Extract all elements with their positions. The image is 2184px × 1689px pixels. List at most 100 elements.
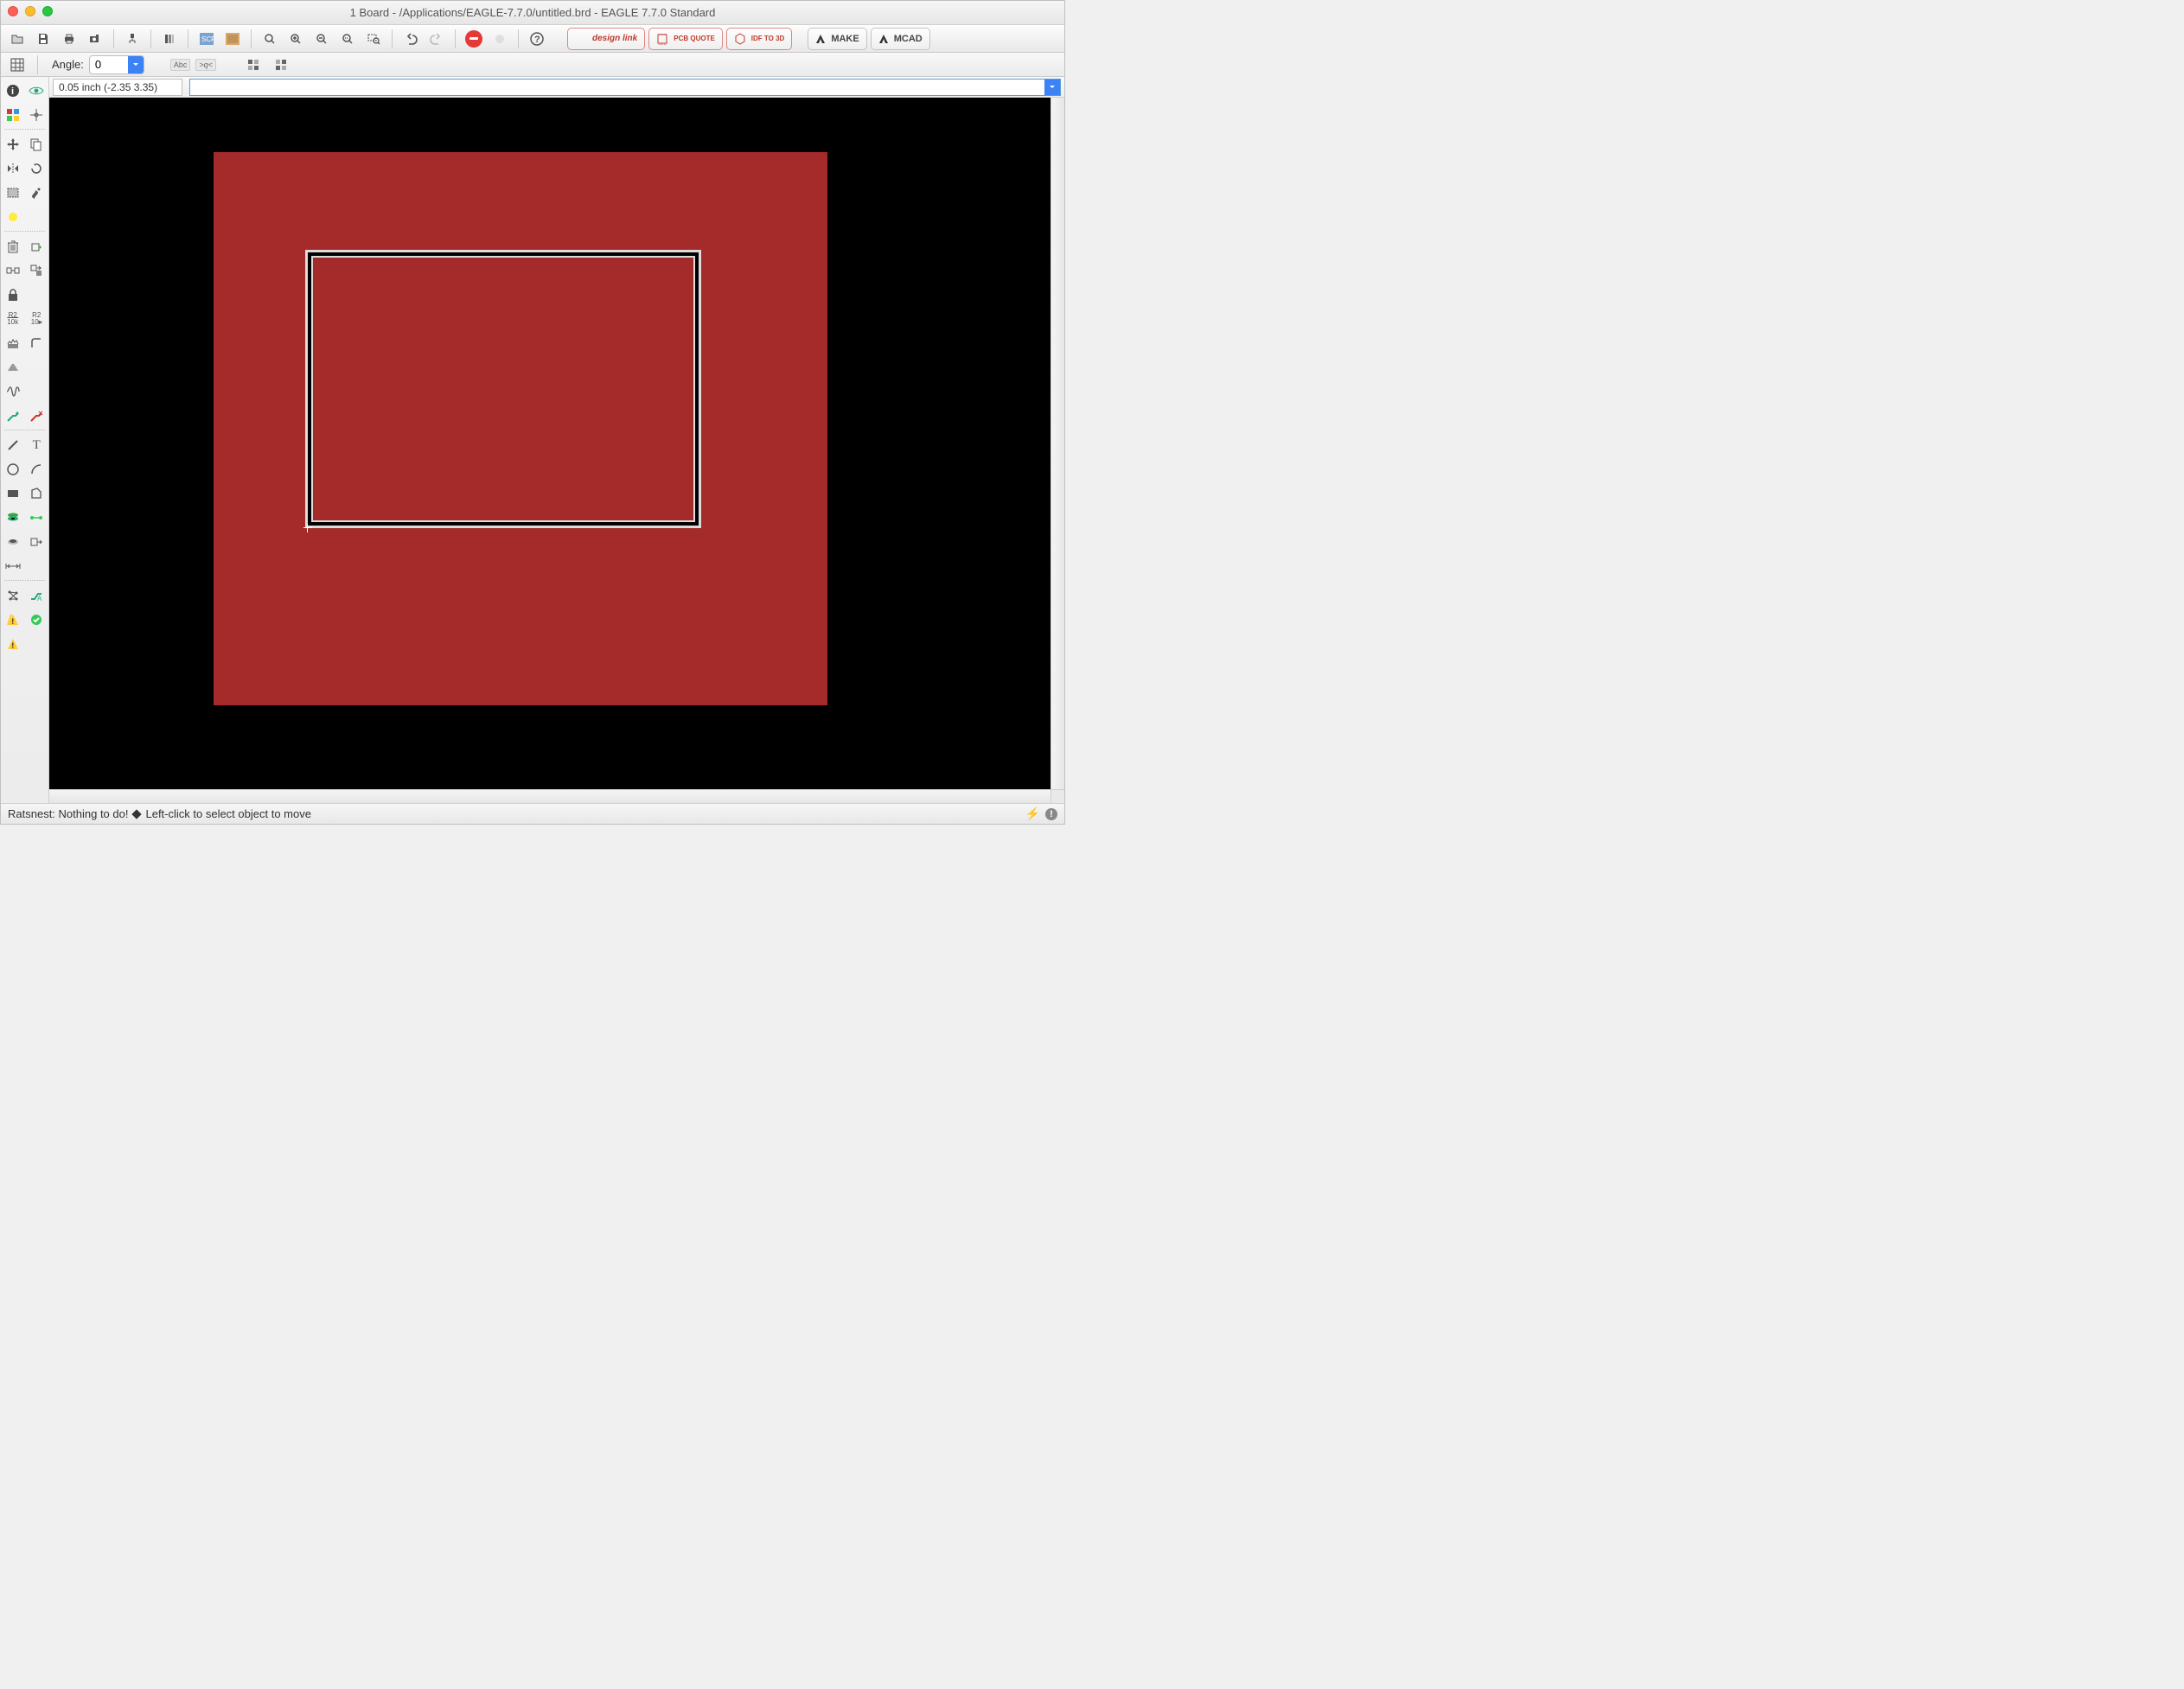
pcbquote-button[interactable]: PCB QUOTE [648, 28, 723, 50]
split-tool[interactable] [1, 355, 25, 379]
print-button[interactable] [58, 29, 80, 49]
attribute-tool[interactable] [25, 530, 49, 554]
drc-tool[interactable] [25, 608, 49, 632]
undo-button[interactable] [399, 29, 422, 49]
angle-label: Angle: [52, 58, 84, 71]
app-window: 1 Board - /Applications/EAGLE-7.7.0/unti… [0, 0, 1065, 825]
smash-tool[interactable] [1, 331, 25, 355]
close-window-button[interactable] [8, 6, 18, 16]
angle-dropdown-button[interactable] [128, 56, 144, 73]
svg-text:A: A [37, 595, 42, 602]
miter-tool[interactable] [25, 331, 49, 355]
zoom-out-button[interactable] [310, 29, 333, 49]
add-tool[interactable] [25, 234, 49, 258]
stop-button[interactable] [463, 29, 485, 49]
vertical-scrollbar[interactable] [1050, 98, 1064, 789]
zoom-select-button[interactable] [362, 29, 385, 49]
designlink-button[interactable]: design link [567, 28, 645, 50]
make-button[interactable]: MAKE [808, 28, 866, 50]
mirror-text-button[interactable]: >q< [195, 59, 216, 71]
copy-tool[interactable] [25, 132, 49, 156]
angle-combo[interactable] [89, 55, 144, 74]
ripup-tool[interactable] [25, 404, 49, 428]
mirror-tool[interactable] [1, 156, 25, 181]
align-grid-2-button[interactable] [270, 54, 292, 75]
blank4 [25, 379, 49, 404]
help-button[interactable]: ? [526, 29, 548, 49]
spin-button[interactable]: Abc [170, 59, 191, 71]
name-tool[interactable]: R210k [1, 307, 25, 331]
origin-marker [303, 524, 312, 532]
cam-button[interactable] [84, 29, 106, 49]
circle-tool[interactable] [1, 457, 25, 481]
errors-tool[interactable]: ! [1, 632, 25, 656]
arc-tool[interactable] [25, 457, 49, 481]
alert-icon[interactable]: ! [1045, 808, 1057, 820]
info-tool[interactable]: i [1, 79, 25, 103]
zoom-fit-button[interactable] [259, 29, 281, 49]
mcad-button[interactable]: MCAD [871, 28, 930, 50]
save-button[interactable] [32, 29, 54, 49]
layers-button[interactable] [158, 29, 181, 49]
lock-tool[interactable] [1, 283, 25, 307]
minimize-window-button[interactable] [25, 6, 35, 16]
window-title: 1 Board - /Applications/EAGLE-7.7.0/unti… [1, 6, 1064, 19]
status-text-a: Ratsnest: Nothing to do! [8, 807, 128, 820]
value-tool[interactable]: R210▸ [25, 307, 49, 331]
blank2 [25, 283, 49, 307]
text-tool[interactable]: T [25, 433, 49, 457]
idf3d-button[interactable]: IDF TO 3D [726, 28, 793, 50]
autoroute-tool[interactable]: A [25, 583, 49, 608]
diamond-separator-icon [132, 809, 142, 819]
hole-tool[interactable] [1, 530, 25, 554]
ratsnest-tool[interactable] [1, 583, 25, 608]
paste-placeholder-tool[interactable] [1, 205, 25, 229]
board-schematic-switch-button[interactable] [121, 29, 144, 49]
mark-tool[interactable] [25, 103, 49, 127]
go-button[interactable] [489, 29, 511, 49]
polygon-tool[interactable] [25, 481, 49, 506]
erc-tool[interactable]: ! [1, 608, 25, 632]
wire-tool[interactable] [1, 433, 25, 457]
command-dropdown-button[interactable] [1044, 80, 1060, 95]
blank6 [25, 632, 49, 656]
rotate-tool[interactable] [25, 156, 49, 181]
redo-button[interactable] [425, 29, 448, 49]
replace-tool[interactable] [25, 258, 49, 283]
pinswap-tool[interactable] [1, 258, 25, 283]
show-tool[interactable] [25, 79, 49, 103]
bolt-icon: ⚡ [1025, 806, 1040, 821]
main-toolbar: SCR ? design link PCB QUOTE IDF TO 3D [1, 25, 1064, 53]
change-tool[interactable] [25, 181, 49, 205]
rect-tool[interactable] [1, 481, 25, 506]
group-tool[interactable] [1, 181, 25, 205]
route-tool[interactable] [1, 404, 25, 428]
signal-tool[interactable] [25, 506, 49, 530]
dimension-tool[interactable] [1, 554, 25, 578]
horizontal-scrollbar[interactable] [49, 789, 1050, 803]
zoom-in-button[interactable] [284, 29, 307, 49]
delete-tool[interactable] [1, 234, 25, 258]
autodesk-icon [878, 34, 889, 44]
command-line[interactable] [189, 79, 1061, 96]
move-tool[interactable] [1, 132, 25, 156]
command-input[interactable] [190, 80, 1044, 95]
align-grid-1-button[interactable] [242, 54, 265, 75]
editor-area: 0.05 inch (-2.35 3.35) [49, 77, 1064, 803]
blank5 [25, 554, 49, 578]
svg-text:!: ! [11, 617, 14, 626]
window-controls [8, 6, 53, 16]
via-tool[interactable] [1, 506, 25, 530]
angle-input[interactable] [90, 58, 128, 71]
display-tool[interactable] [1, 103, 25, 127]
grid-button[interactable] [6, 54, 29, 75]
titlebar: 1 Board - /Applications/EAGLE-7.7.0/unti… [1, 1, 1064, 25]
zoom-redraw-button[interactable] [336, 29, 359, 49]
designlink-icon [575, 33, 587, 45]
script-button[interactable]: SCR [195, 29, 218, 49]
board-canvas[interactable] [49, 98, 1050, 789]
zoom-window-button[interactable] [42, 6, 53, 16]
ulp-button[interactable] [221, 29, 244, 49]
open-button[interactable] [6, 29, 29, 49]
meander-tool[interactable] [1, 379, 25, 404]
